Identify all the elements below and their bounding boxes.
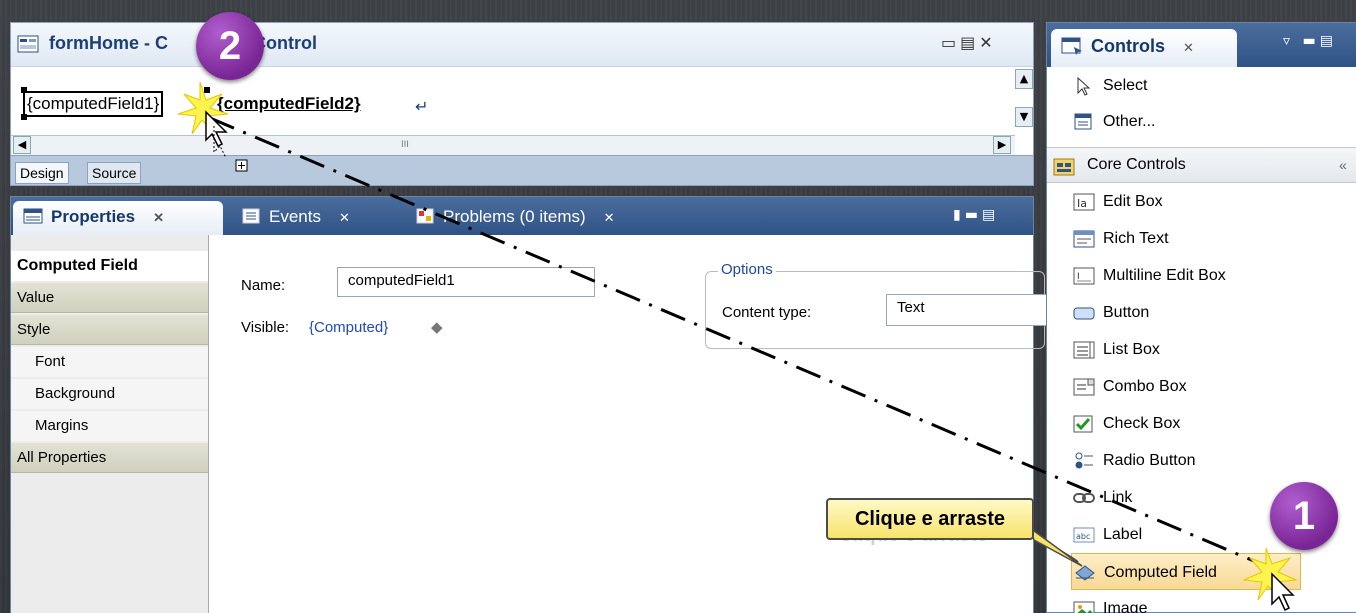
image-icon bbox=[1073, 601, 1095, 613]
maximize-icon[interactable]: ▤ bbox=[960, 33, 979, 52]
properties-tab-bar: Properties ✕ Events ✕ Problems (0 items) ✕ … bbox=[11, 197, 1033, 235]
scroll-right-button[interactable]: ▶ bbox=[993, 136, 1011, 154]
form-icon bbox=[17, 35, 39, 53]
scroll-left-button[interactable]: ◀ bbox=[13, 136, 31, 154]
name-input[interactable]: computedField1 bbox=[337, 267, 595, 297]
pointer-icon bbox=[1077, 76, 1091, 96]
edit-box-icon: Ia bbox=[1073, 193, 1095, 211]
maximize-icon[interactable]: ▤ bbox=[982, 207, 999, 223]
computed-field-icon bbox=[1075, 565, 1095, 581]
palette-item-check-box[interactable]: Check Box bbox=[1047, 405, 1356, 442]
check-box-icon bbox=[1073, 415, 1093, 433]
close-icon[interactable]: ✕ bbox=[604, 210, 615, 225]
controls-icon bbox=[1061, 37, 1082, 55]
minimize-icon[interactable]: ▭ bbox=[941, 33, 960, 52]
editor-mode-tabs: Design Source bbox=[11, 155, 1033, 185]
palette-window-buttons[interactable]: ▿ ▬▤ bbox=[1283, 33, 1337, 49]
svg-text:abc: abc bbox=[1076, 532, 1090, 541]
maximize-icon[interactable]: ▤ bbox=[1320, 33, 1337, 49]
scroll-thumb-grip[interactable]: III bbox=[401, 140, 409, 150]
palette-item-rich-text[interactable]: Rich Text bbox=[1047, 220, 1356, 257]
other-controls-icon bbox=[1074, 113, 1092, 130]
editor-tab-bar: formHome - C Control ▭▤✕ bbox=[11, 23, 1033, 67]
label-icon: abc bbox=[1073, 527, 1095, 543]
computed-field-2[interactable]: {computedField2} bbox=[217, 93, 361, 115]
close-icon[interactable]: ✕ bbox=[979, 33, 996, 52]
nav-computed-field[interactable]: Computed Field bbox=[11, 251, 208, 281]
pin-icon[interactable]: ▮ bbox=[953, 207, 965, 223]
events-icon bbox=[242, 208, 260, 224]
tab-events[interactable]: Events ✕ bbox=[231, 201, 360, 235]
nav-style[interactable]: Style bbox=[11, 315, 208, 345]
close-icon[interactable]: ✕ bbox=[339, 210, 350, 225]
tab-source[interactable]: Source bbox=[87, 162, 142, 184]
collapse-icon[interactable]: « bbox=[1339, 148, 1347, 182]
horizontal-scrollbar[interactable]: ◀ III ▶ bbox=[11, 135, 1015, 155]
content-type-label: Content type: bbox=[722, 304, 812, 321]
button-icon bbox=[1073, 307, 1095, 320]
palette-select[interactable]: Select bbox=[1047, 67, 1356, 104]
svg-text:Ia: Ia bbox=[1077, 197, 1087, 210]
selection-handle[interactable] bbox=[21, 114, 27, 120]
link-icon bbox=[1073, 493, 1095, 503]
nav-font[interactable]: Font bbox=[11, 347, 208, 377]
close-icon[interactable]: ✕ bbox=[1183, 40, 1194, 55]
selection-handle[interactable] bbox=[21, 87, 27, 93]
editor-window-buttons[interactable]: ▭▤✕ bbox=[941, 33, 997, 52]
palette-other[interactable]: Other... bbox=[1047, 103, 1356, 140]
options-legend: Options bbox=[718, 261, 776, 278]
combo-box-icon bbox=[1073, 378, 1095, 396]
palette-tab-bar: Controls ✕ ▿ ▬▤ bbox=[1047, 23, 1356, 67]
properties-icon bbox=[23, 208, 43, 224]
selection-handle[interactable] bbox=[204, 114, 210, 120]
view-menu-icon[interactable]: ▿ bbox=[1283, 33, 1294, 49]
visible-label: Visible: bbox=[241, 319, 290, 336]
tab-properties[interactable]: Properties ✕ bbox=[13, 201, 223, 235]
minimize-icon[interactable]: ▬ bbox=[1302, 33, 1319, 49]
palette-item-edit-box[interactable]: Ia Edit Box bbox=[1047, 183, 1356, 220]
list-box-icon bbox=[1073, 341, 1095, 359]
palette-item-image[interactable]: Image bbox=[1047, 590, 1356, 613]
core-controls-header[interactable]: Core Controls « bbox=[1047, 147, 1356, 183]
design-editor: formHome - C Control ▭▤✕ {computedField1… bbox=[10, 22, 1034, 186]
palette-item-list-box[interactable]: List Box bbox=[1047, 331, 1356, 368]
content-type-select[interactable]: Text bbox=[886, 294, 1046, 326]
computed-field-1[interactable]: {computedField1} bbox=[23, 91, 164, 117]
nav-value[interactable]: Value bbox=[11, 283, 208, 313]
nav-all-properties[interactable]: All Properties bbox=[11, 443, 208, 473]
properties-nav: Computed Field Value Style Font Backgrou… bbox=[11, 235, 209, 613]
radio-button-icon bbox=[1075, 452, 1093, 469]
paragraph-mark-icon: ↵ bbox=[415, 97, 429, 116]
scroll-up-button[interactable]: ▲ bbox=[1015, 69, 1033, 89]
minimize-icon[interactable]: ▬ bbox=[965, 207, 982, 223]
step-badge-1: 1 bbox=[1270, 482, 1338, 550]
visible-computed-link[interactable]: {Computed} bbox=[309, 319, 388, 336]
problems-icon bbox=[416, 208, 434, 224]
tab-design[interactable]: Design bbox=[15, 162, 69, 184]
editor-tab-title[interactable]: formHome - C Control bbox=[49, 33, 317, 54]
properties-window-buttons[interactable]: ▮▬▤ bbox=[953, 207, 999, 223]
step-badge-2: 2 bbox=[196, 12, 264, 80]
computed-diamond-icon[interactable]: ◆ bbox=[431, 318, 443, 336]
nav-margins[interactable]: Margins bbox=[11, 411, 208, 441]
tab-problems[interactable]: Problems (0 items) ✕ bbox=[405, 201, 625, 235]
tab-controls[interactable]: Controls ✕ bbox=[1051, 29, 1237, 67]
palette-item-combo-box[interactable]: Combo Box bbox=[1047, 368, 1356, 405]
palette-item-computed-field[interactable]: Computed Field bbox=[1071, 553, 1301, 590]
rich-text-icon bbox=[1073, 230, 1095, 248]
multiline-edit-icon: I bbox=[1073, 267, 1095, 285]
options-group: Options Content type: Text bbox=[705, 261, 1046, 349]
palette-item-multiline-edit-box[interactable]: I Multiline Edit Box bbox=[1047, 257, 1356, 294]
close-icon[interactable]: ✕ bbox=[153, 210, 164, 225]
name-label: Name: bbox=[241, 277, 286, 294]
palette-item-button[interactable]: Button bbox=[1047, 294, 1356, 331]
nav-background[interactable]: Background bbox=[11, 379, 208, 409]
scroll-down-button[interactable]: ▼ bbox=[1015, 107, 1033, 127]
selection-handle[interactable] bbox=[204, 87, 210, 93]
core-controls-icon bbox=[1053, 158, 1075, 176]
instruction-callout: Clique e arraste bbox=[826, 498, 1034, 540]
palette-item-radio-button[interactable]: Radio Button bbox=[1047, 442, 1356, 479]
